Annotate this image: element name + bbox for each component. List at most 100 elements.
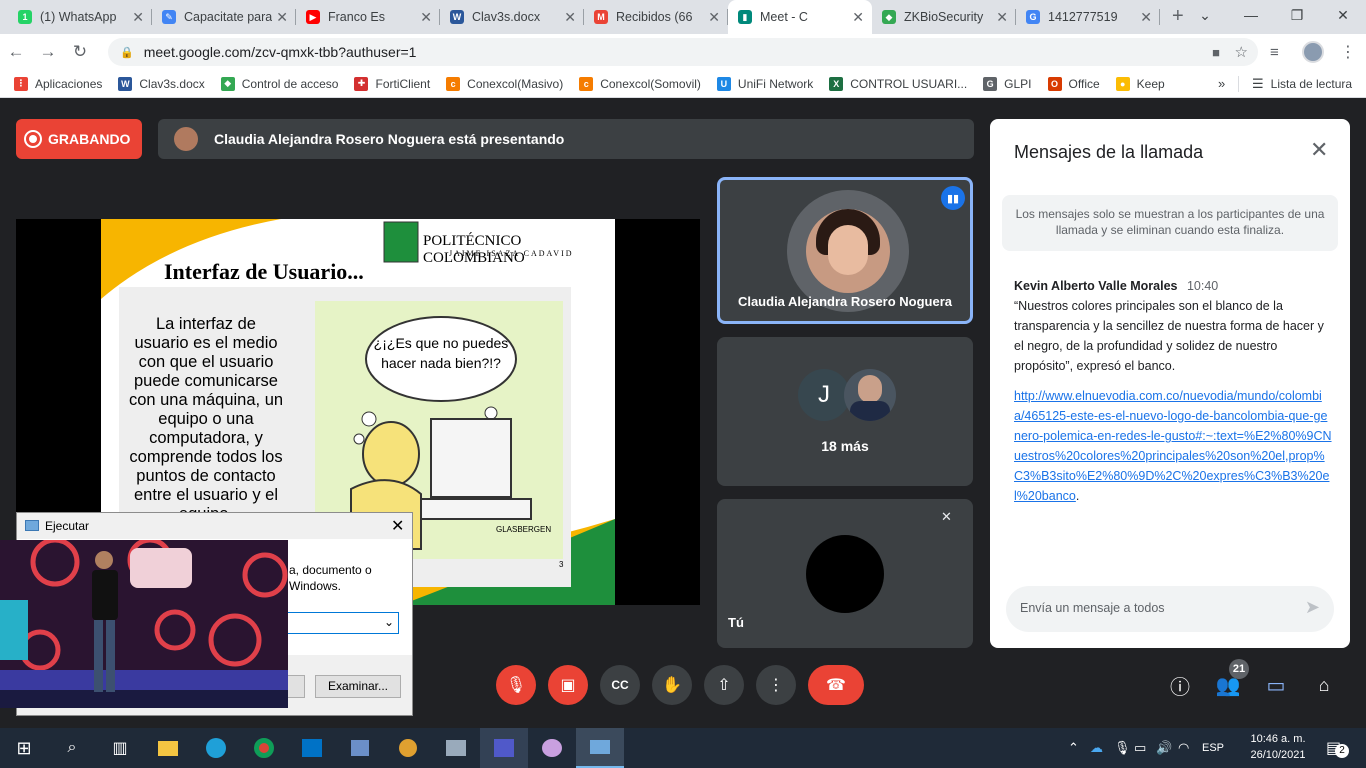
camera-off-button[interactable]: ▣ <box>548 665 588 705</box>
run-open-input[interactable]: ⌄ <box>285 612 399 634</box>
present-button[interactable]: ⇧ <box>704 665 744 705</box>
leave-call-button[interactable]: ☎ <box>808 665 864 705</box>
chat-button[interactable]: ▭ <box>1256 665 1296 705</box>
bookmark-star-icon[interactable]: ☆ <box>1235 43 1248 61</box>
outlook-icon[interactable] <box>288 728 336 768</box>
run-close-button[interactable]: ✕ <box>391 516 404 536</box>
browser-tab[interactable]: 1 (1) WhatsApp ✕ <box>8 0 152 34</box>
profile-avatar[interactable] <box>1302 41 1324 63</box>
tab-close-icon[interactable]: ✕ <box>1140 9 1152 26</box>
bookmark-item[interactable]: c Conexcol(Somovil) <box>579 76 701 91</box>
browser-tab[interactable]: ▶ Franco Es ✕ <box>296 0 440 34</box>
meeting-details-button[interactable]: ⓘ <box>1160 665 1200 705</box>
bookmark-item[interactable]: X CONTROL USUARI... <box>829 76 967 91</box>
recording-indicator[interactable]: GRABANDO <box>16 119 142 159</box>
menu-icon[interactable]: ⋮ <box>1340 42 1356 62</box>
bookmark-item[interactable]: ✚ FortiClient <box>354 76 430 91</box>
reading-list-button[interactable]: ☰ Lista de lectura <box>1252 76 1352 92</box>
tab-close-icon[interactable]: ✕ <box>708 9 720 26</box>
chevron-down-icon[interactable]: ⌄ <box>1182 0 1228 34</box>
more-vert-icon: ⋮ <box>768 677 784 694</box>
hand-icon: ✋ <box>662 677 682 694</box>
captions-button[interactable]: CC <box>600 665 640 705</box>
battery-icon[interactable]: ▭ <box>1134 740 1156 756</box>
mic-off-button[interactable]: 🎙 <box>496 665 536 705</box>
remote-app-icon[interactable] <box>336 728 384 768</box>
reload-button[interactable]: ↻ <box>64 42 96 62</box>
others-tile[interactable]: J 18 más <box>717 337 973 486</box>
slide-page-number: 3 <box>559 560 564 569</box>
mic-tray-icon[interactable]: 🎙 <box>1114 740 1134 756</box>
more-options-button[interactable]: ⋮ <box>756 665 796 705</box>
teams-icon[interactable] <box>480 728 528 768</box>
paint-icon[interactable] <box>528 728 576 768</box>
browser-tab[interactable]: G 1412777519 ✕ <box>1016 0 1160 34</box>
wifi-icon[interactable]: ◠ <box>1178 740 1202 756</box>
send-icon[interactable]: ➤ <box>1305 597 1320 618</box>
camera-icon[interactable]: ■ <box>1212 45 1220 60</box>
tab-favicon-icon: M <box>594 10 608 24</box>
back-button[interactable]: ← <box>0 42 32 62</box>
chrome-icon[interactable] <box>240 728 288 768</box>
language-indicator[interactable]: ESP <box>1202 742 1236 754</box>
media-control-icon[interactable]: ≡ <box>1270 44 1279 61</box>
address-toolbar: ← → ↻ 🔒 meet.google.com/zcv-qmxk-tbb?aut… <box>0 34 1366 70</box>
edge-icon[interactable] <box>192 728 240 768</box>
bookmarks-more-button[interactable]: » <box>1218 76 1225 91</box>
omnibox[interactable]: 🔒 meet.google.com/zcv-qmxk-tbb?authuser=… <box>108 38 1258 66</box>
activities-button[interactable]: ⌂ <box>1304 665 1344 705</box>
file-explorer-icon[interactable] <box>144 728 192 768</box>
search-icon[interactable]: ⌕ <box>48 728 96 768</box>
raise-hand-button[interactable]: ✋ <box>652 665 692 705</box>
bookmark-item[interactable]: ⋮ Aplicaciones <box>14 76 102 91</box>
bookmark-item[interactable]: c Conexcol(Masivo) <box>446 76 563 91</box>
run-app-icon[interactable] <box>576 728 624 768</box>
self-tile[interactable]: ✕ Tú <box>717 499 973 648</box>
onedrive-icon[interactable]: ☁ <box>1090 740 1114 756</box>
slide-body: La interfaz de usuario es el medio con q… <box>128 315 284 515</box>
network-app-icon[interactable] <box>432 728 480 768</box>
browser-tab[interactable]: ◆ ZKBioSecurity ✕ <box>872 0 1016 34</box>
tool-app-icon[interactable] <box>384 728 432 768</box>
run-browse-button[interactable]: Examinar... <box>315 675 401 698</box>
forward-button[interactable]: → <box>32 42 64 62</box>
bookmark-item[interactable]: ● Keep <box>1115 76 1165 91</box>
browser-tab[interactable]: ✎ Capacitate para ✕ <box>152 0 296 34</box>
restore-button[interactable]: ❐ <box>1274 0 1320 34</box>
message-header: Kevin Alberto Valle Morales 10:40 <box>1014 279 1218 293</box>
bookmark-item[interactable]: U UniFi Network <box>716 76 813 91</box>
tab-close-icon[interactable]: ✕ <box>132 9 144 26</box>
clock[interactable]: 10:46 a. m. 26/10/2021 <box>1244 731 1312 763</box>
tab-close-icon[interactable]: ✕ <box>996 9 1008 26</box>
info-icon: ⓘ <box>1170 676 1190 699</box>
run-cancel-button[interactable] <box>287 675 305 698</box>
bookmark-item[interactable]: G GLPI <box>983 76 1032 91</box>
clock-date: 26/10/2021 <box>1250 749 1306 761</box>
tray-expand-icon[interactable]: ⌃ <box>1068 740 1090 756</box>
tab-close-icon[interactable]: ✕ <box>852 9 864 26</box>
bookmark-item[interactable]: ◆ Control de acceso <box>220 76 338 91</box>
browser-tab[interactable]: ▮ Meet - C ✕ <box>728 0 872 34</box>
participants-button[interactable]: 👥 21 <box>1208 659 1249 705</box>
muted-mic-icon: ✕ <box>941 509 952 524</box>
message-link[interactable]: http://www.elnuevodia.com.co/nuevodia/mu… <box>1014 389 1332 503</box>
presenter-tile[interactable]: ▮▮ Claudia Alejandra Rosero Noguera <box>717 177 973 324</box>
browser-tab[interactable]: W Clav3s.docx ✕ <box>440 0 584 34</box>
notifications-icon[interactable]: ▤ 2 <box>1326 738 1349 758</box>
tab-favicon-icon: G <box>1026 10 1040 24</box>
tab-close-icon[interactable]: ✕ <box>420 9 432 26</box>
volume-icon[interactable]: 🔊 <box>1156 740 1178 756</box>
start-button[interactable]: ⊞ <box>0 728 48 768</box>
tab-close-icon[interactable]: ✕ <box>564 9 576 26</box>
chat-input[interactable]: Envía un mensaje a todos ➤ <box>1006 586 1334 632</box>
close-chat-icon[interactable]: ✕ <box>1310 137 1328 163</box>
message-time: 10:40 <box>1186 279 1219 293</box>
tab-close-icon[interactable]: ✕ <box>276 9 288 26</box>
bookmark-item[interactable]: O Office <box>1047 76 1100 91</box>
close-window-button[interactable]: ✕ <box>1320 0 1366 34</box>
minimize-button[interactable]: — <box>1228 0 1274 34</box>
task-view-icon[interactable]: ▥ <box>96 728 144 768</box>
bookmark-item[interactable]: W Clav3s.docx <box>118 76 205 91</box>
participant-initial-avatar: J <box>798 369 850 421</box>
browser-tab[interactable]: M Recibidos (66 ✕ <box>584 0 728 34</box>
